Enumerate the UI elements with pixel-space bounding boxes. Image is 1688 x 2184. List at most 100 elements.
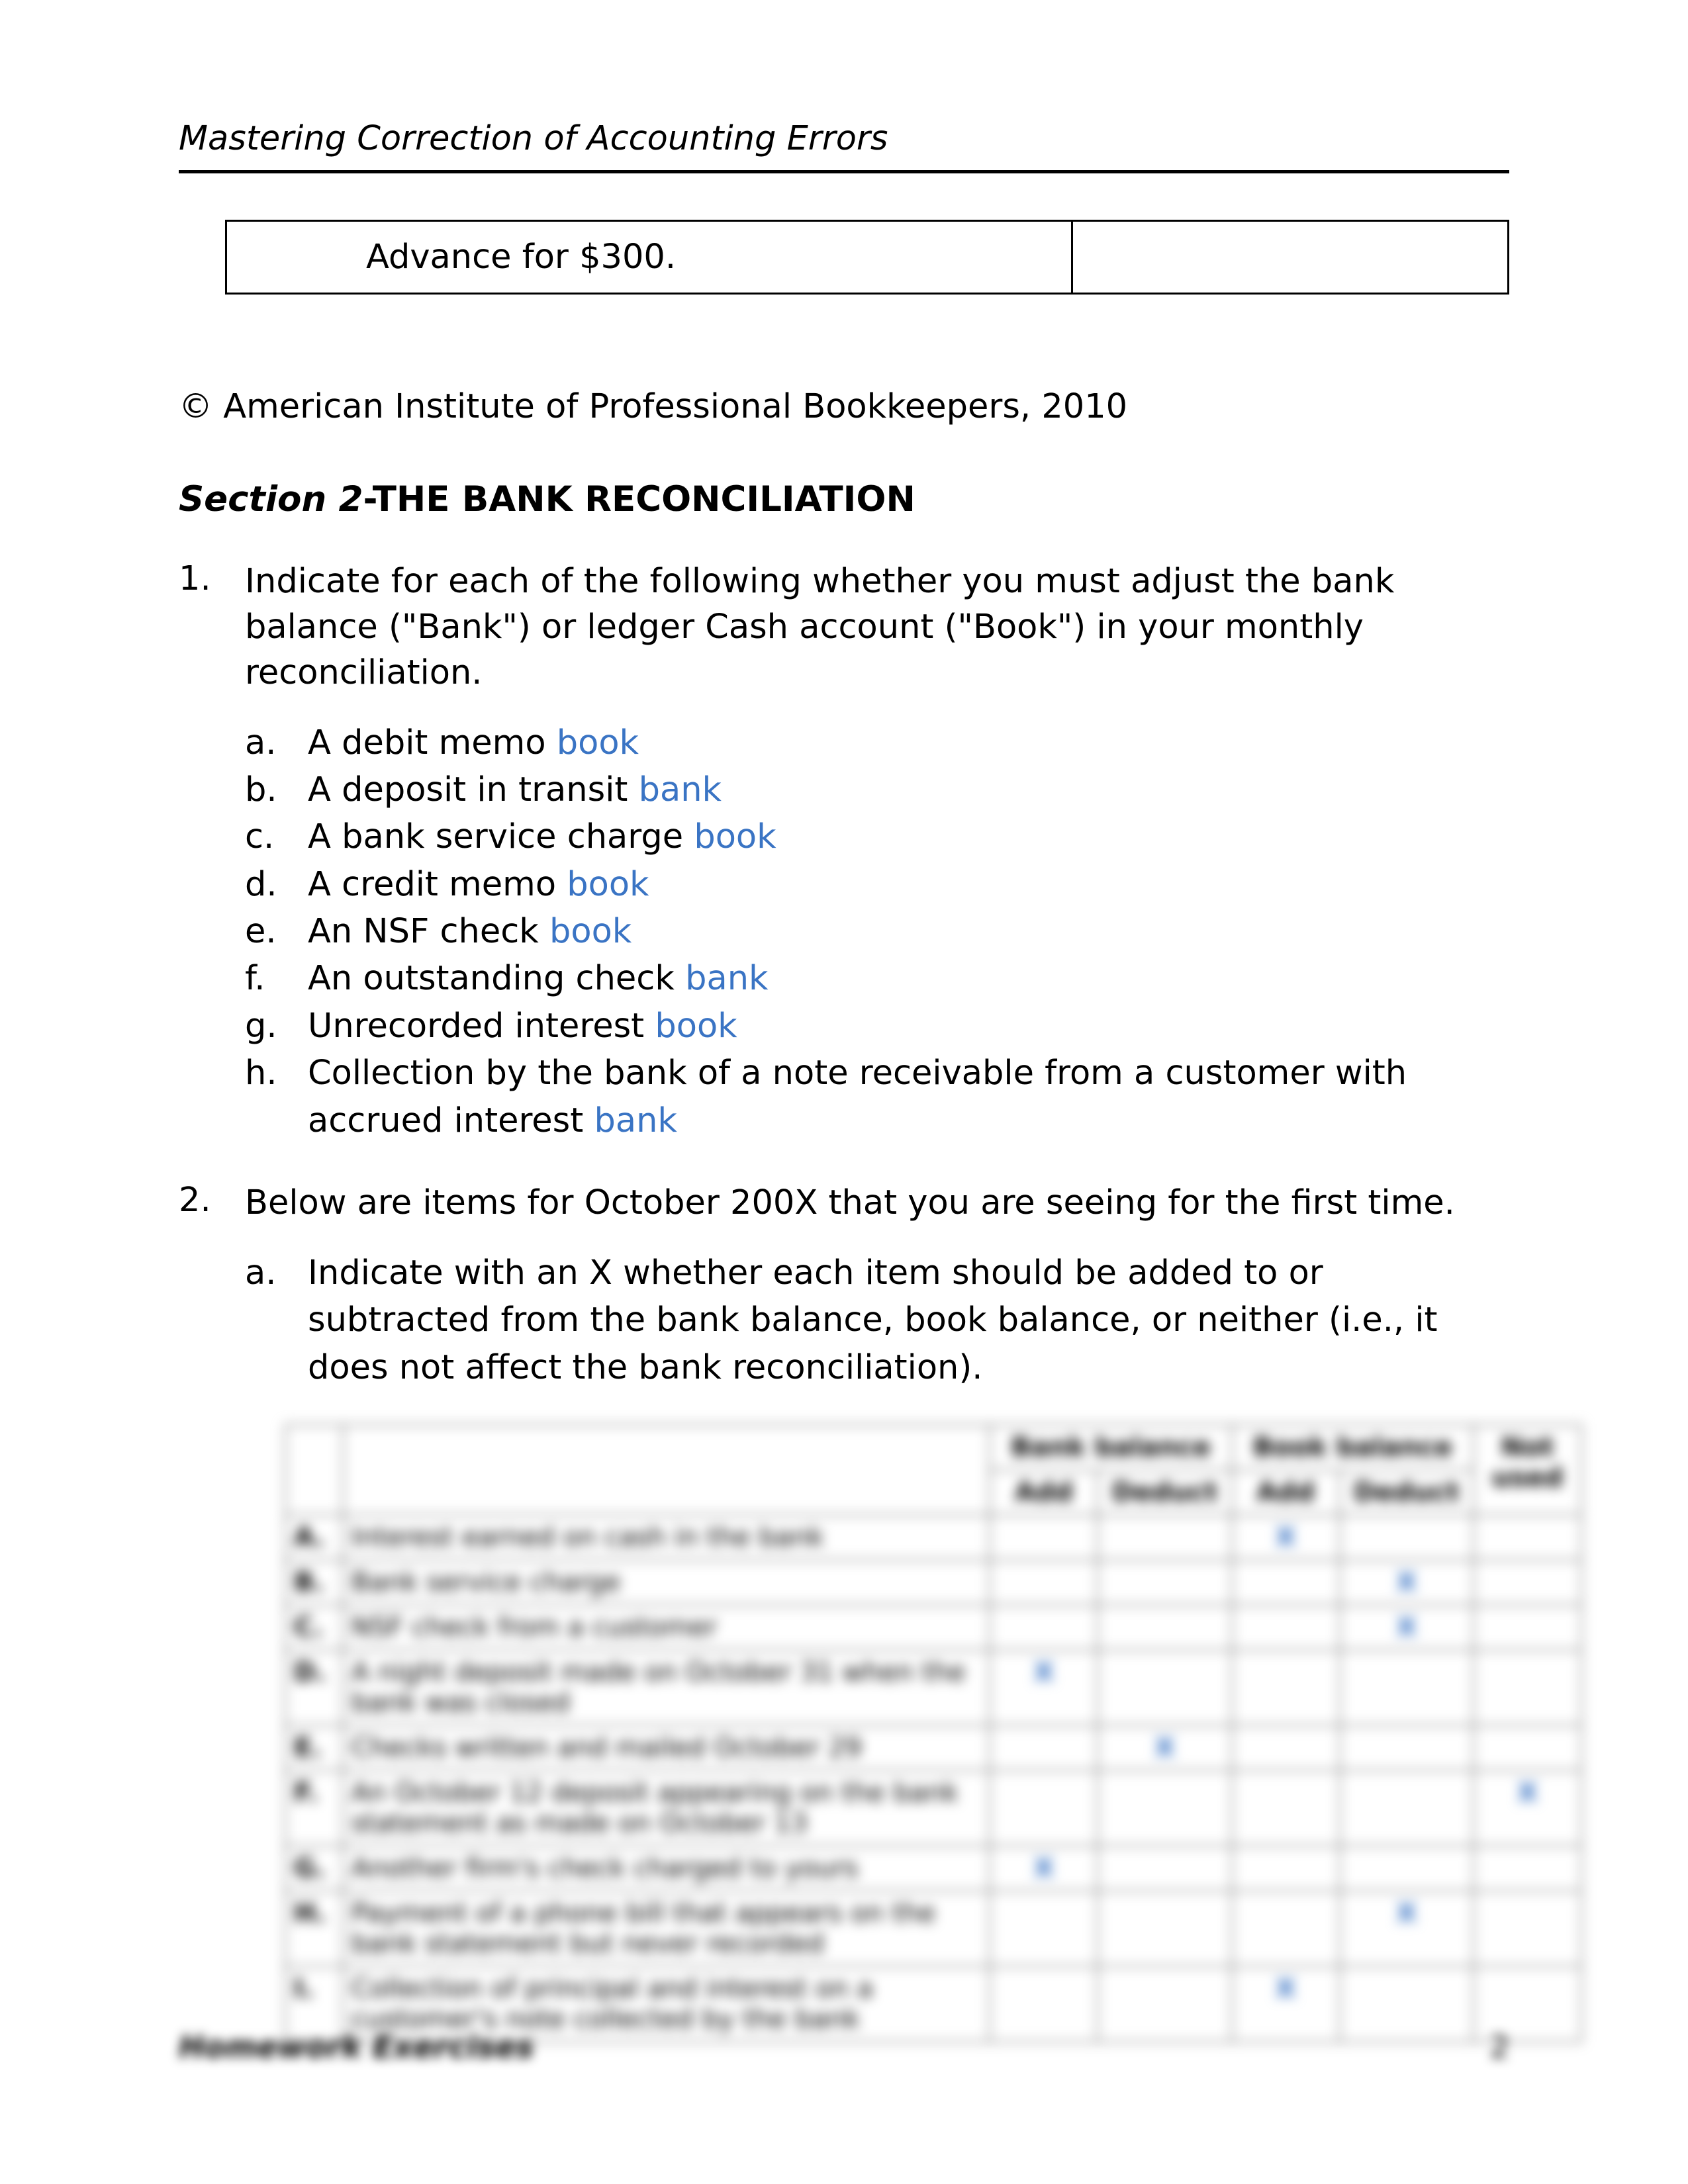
table-row: C.NSF check from a customerX xyxy=(285,1605,1581,1650)
row-bank-deduct xyxy=(1098,1515,1231,1560)
row-desc: NSF check from a customer xyxy=(343,1605,990,1650)
page: Mastering Correction of Accounting Error… xyxy=(0,0,1688,2184)
q1-item-answer: bank xyxy=(685,959,768,998)
q1-item: d. A credit memo book xyxy=(245,861,1509,908)
row-bank-add xyxy=(990,1605,1098,1650)
row-not-used xyxy=(1474,1891,1581,1966)
row-desc: An October 12 deposit appearing on the b… xyxy=(343,1770,990,1846)
row-label: G. xyxy=(285,1846,343,1891)
reconciliation-table: Bank balance Book balance Not used Add D… xyxy=(285,1424,1582,2042)
row-book-deduct xyxy=(1340,1770,1474,1846)
table-row: A.Interest earned on cash in the bank X xyxy=(285,1515,1581,1560)
table-row: B.Bank service charge X xyxy=(285,1560,1581,1605)
advance-right-cell xyxy=(1072,221,1509,294)
q1-item-answer: book xyxy=(567,865,649,904)
row-not-used xyxy=(1474,1560,1581,1605)
row-bank-add xyxy=(990,1891,1098,1966)
q1-item: f.An outstanding check bank xyxy=(245,955,1509,1002)
q1-text: Indicate for each of the following wheth… xyxy=(245,559,1509,696)
row-not-used xyxy=(1474,1605,1581,1650)
section-title: Section 2-THE BANK RECONCILIATION xyxy=(179,479,1509,520)
q1-item-answer: book xyxy=(694,817,776,856)
question-2: 2. Below are items for October 200X that… xyxy=(179,1181,1509,2042)
advance-table: Advance for $300. xyxy=(225,220,1509,295)
q1-item: c.A bank service charge book xyxy=(245,813,1509,860)
q1-item-letter: e. xyxy=(245,908,277,955)
q1-item-text: Collection by the bank of a note receiva… xyxy=(308,1054,1407,1140)
q1-item-letter: g. xyxy=(245,1003,277,1050)
section-lead: Section 2 xyxy=(179,479,363,520)
footer-left: Homework Exercises xyxy=(179,2029,534,2065)
q1-item-answer: bank xyxy=(594,1101,677,1140)
table-row: E.Checks written and mailed October 29X xyxy=(285,1725,1581,1770)
row-bank-deduct xyxy=(1098,1650,1231,1725)
row-label: F. xyxy=(285,1770,343,1846)
row-bank-add: X xyxy=(990,1650,1098,1725)
advance-left-cell: Advance for $300. xyxy=(226,221,1072,294)
row-book-deduct xyxy=(1340,1515,1474,1560)
row-bank-deduct xyxy=(1098,1846,1231,1891)
th-book-balance: Book balance xyxy=(1232,1425,1474,1470)
th-book-add: Add xyxy=(1232,1470,1340,1515)
q1-item: g.Unrecorded interest book xyxy=(245,1003,1509,1050)
q2-text: Below are items for October 200X that yo… xyxy=(245,1181,1509,1226)
row-not-used: X xyxy=(1474,1770,1581,1846)
q1-item: a.A debit memo book xyxy=(245,719,1509,766)
q1-sublist: a.A debit memo bookb. A deposit in transi… xyxy=(245,719,1509,1145)
row-desc: Interest earned on cash in the bank xyxy=(343,1515,990,1560)
row-label: E. xyxy=(285,1725,343,1770)
q1-item-letter: d. xyxy=(245,861,277,908)
q1-item-text: A deposit in transit xyxy=(308,770,639,809)
question-1: 1. Indicate for each of the following wh… xyxy=(179,559,1509,1144)
q1-number: 1. xyxy=(179,559,211,598)
row-label: A. xyxy=(285,1515,343,1560)
row-desc: Another firm's check charged to yours xyxy=(343,1846,990,1891)
row-desc: Payment of a phone bill that appears on … xyxy=(343,1891,990,1966)
copyright-line: © American Institute of Professional Boo… xyxy=(179,387,1509,426)
row-not-used xyxy=(1474,1846,1581,1891)
row-label: H. xyxy=(285,1891,343,1966)
q2-number: 2. xyxy=(179,1181,211,1220)
q2a-letter: a. xyxy=(245,1250,276,1297)
question-list: 1. Indicate for each of the following wh… xyxy=(179,559,1509,2042)
row-label: D. xyxy=(285,1650,343,1725)
footer-right: 2 xyxy=(1490,2029,1509,2065)
row-book-add xyxy=(1232,1605,1340,1650)
q1-item-letter: f. xyxy=(245,955,265,1002)
table-row: G.Another firm's check charged to yoursX xyxy=(285,1846,1581,1891)
q1-item-answer: bank xyxy=(639,770,722,809)
row-book-deduct xyxy=(1340,1650,1474,1725)
q2a-text: Indicate with an X whether each item sho… xyxy=(308,1253,1438,1387)
th-bank-balance: Bank balance xyxy=(990,1425,1231,1470)
row-book-add xyxy=(1232,1560,1340,1605)
row-bank-deduct xyxy=(1098,1560,1231,1605)
row-book-deduct xyxy=(1340,1725,1474,1770)
row-not-used xyxy=(1474,1650,1581,1725)
running-header: Mastering Correction of Accounting Error… xyxy=(179,119,1509,173)
q1-item-text: A credit memo xyxy=(308,865,567,904)
row-desc: Checks written and mailed October 29 xyxy=(343,1725,990,1770)
q1-item-letter: b. xyxy=(245,766,277,813)
row-bank-deduct xyxy=(1098,1605,1231,1650)
row-bank-add xyxy=(990,1560,1098,1605)
row-book-add: X xyxy=(1232,1515,1340,1560)
th-not-used: Not used xyxy=(1474,1425,1581,1515)
q1-item: e. An NSF check book xyxy=(245,908,1509,955)
q1-item: h.Collection by the bank of a note recei… xyxy=(245,1050,1509,1144)
blurred-table-wrap: Bank balance Book balance Not used Add D… xyxy=(285,1424,1582,2042)
row-label: C. xyxy=(285,1605,343,1650)
q1-item-letter: c. xyxy=(245,813,274,860)
th-bank-add: Add xyxy=(990,1470,1098,1515)
row-desc: A night deposit made on October 31 when … xyxy=(343,1650,990,1725)
section-main: -THE BANK RECONCILIATION xyxy=(363,479,915,520)
q1-item-text: An NSF check xyxy=(308,912,549,951)
row-label: B. xyxy=(285,1560,343,1605)
row-book-deduct xyxy=(1340,1846,1474,1891)
row-book-add xyxy=(1232,1846,1340,1891)
row-book-add xyxy=(1232,1891,1340,1966)
page-footer: Homework Exercises 2 xyxy=(179,2029,1509,2065)
row-desc: Bank service charge xyxy=(343,1560,990,1605)
row-book-add xyxy=(1232,1770,1340,1846)
row-book-deduct: X xyxy=(1340,1560,1474,1605)
q1-item-answer: book xyxy=(549,912,632,951)
